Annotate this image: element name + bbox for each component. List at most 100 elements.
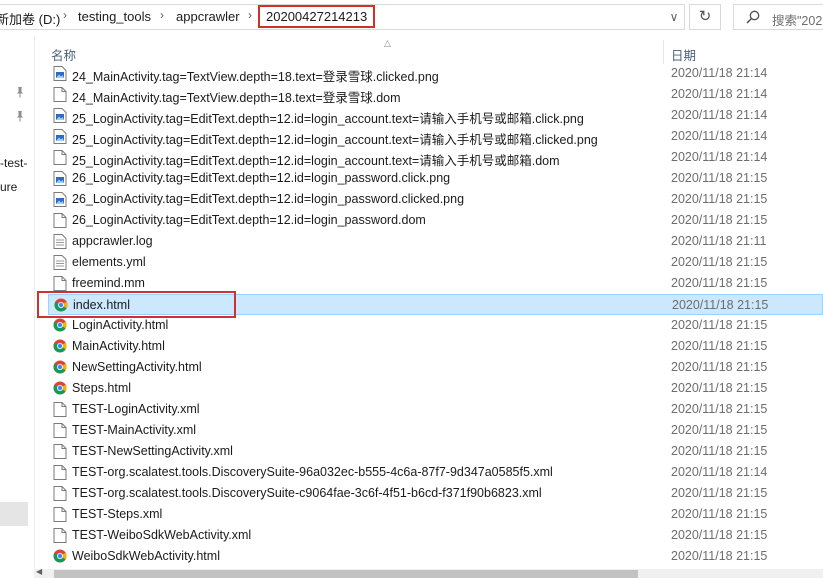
- file-row[interactable]: 24_MainActivity.tag=TextView.depth=18.te…: [48, 84, 823, 105]
- file-date: 2020/11/18 21:15: [671, 360, 768, 374]
- column-name-header[interactable]: 名称: [51, 45, 76, 64]
- file-date: 2020/11/18 21:15: [671, 339, 768, 353]
- file-row[interactable]: 25_LoginActivity.tag=EditText.depth=12.i…: [48, 105, 823, 126]
- blank-file-icon: [53, 423, 67, 438]
- file-row[interactable]: 26_LoginActivity.tag=EditText.depth=12.i…: [48, 189, 823, 210]
- file-name: appcrawler.log: [72, 234, 153, 248]
- column-header: △ 名称 日期: [34, 36, 823, 64]
- file-date: 2020/11/18 21:14: [671, 87, 768, 101]
- file-name: 25_LoginActivity.tag=EditText.depth=12.i…: [72, 133, 598, 147]
- file-name: 25_LoginActivity.tag=EditText.depth=12.i…: [72, 112, 584, 126]
- file-row[interactable]: NewSettingActivity.html 2020/11/18 21:15: [48, 357, 823, 378]
- file-name: TEST-Steps.xml: [72, 507, 163, 521]
- file-row[interactable]: TEST-LoginActivity.xml 2020/11/18 21:15: [48, 399, 823, 420]
- chrome-html-icon: [53, 549, 67, 564]
- chrome-html-icon: [53, 360, 67, 375]
- column-date-header[interactable]: 日期: [671, 45, 696, 64]
- chrome-html-icon: [54, 298, 68, 313]
- file-name: 26_LoginActivity.tag=EditText.depth=12.i…: [72, 192, 465, 206]
- file-date: 2020/11/18 21:15: [671, 507, 768, 521]
- file-row[interactable]: TEST-Steps.xml 2020/11/18 21:15: [48, 504, 823, 525]
- file-row[interactable]: 26_LoginActivity.tag=EditText.depth=12.i…: [48, 168, 823, 189]
- breadcrumb-appcrawler[interactable]: appcrawler: [176, 9, 240, 24]
- breadcrumb-testing-tools[interactable]: testing_tools: [78, 9, 151, 24]
- file-name: LoginActivity.html: [72, 318, 169, 332]
- file-row[interactable]: TEST-org.scalatest.tools.DiscoverySuite-…: [48, 462, 823, 483]
- column-divider[interactable]: [663, 40, 664, 64]
- blank-file-icon: [53, 276, 67, 291]
- file-row[interactable]: freemind.mm 2020/11/18 21:15: [48, 273, 823, 294]
- file-row[interactable]: 25_LoginActivity.tag=EditText.depth=12.i…: [48, 147, 823, 168]
- file-date: 2020/11/18 21:15: [671, 171, 768, 185]
- file-row[interactable]: TEST-NewSettingActivity.xml 2020/11/18 21…: [48, 441, 823, 462]
- breadcrumb-drive[interactable]: 新加卷 (D:): [0, 9, 60, 28]
- chevron-right-icon[interactable]: ›: [63, 8, 67, 22]
- search-input[interactable]: 搜索"202: [733, 4, 823, 30]
- file-date: 2020/11/18 21:15: [672, 298, 769, 312]
- blank-file-icon: [53, 444, 67, 459]
- chrome-html-icon: [53, 339, 67, 354]
- blank-file-icon: [53, 486, 67, 501]
- file-name: index.html: [73, 298, 130, 312]
- pin-icon[interactable]: [14, 86, 26, 98]
- pin-icon[interactable]: [14, 110, 26, 122]
- file-name: WeiboSdkWebActivity.html: [72, 549, 220, 563]
- file-date: 2020/11/18 21:11: [671, 234, 767, 248]
- file-row[interactable]: TEST-WeiboSdkWebActivity.xml 2020/11/18 2…: [48, 525, 823, 546]
- file-row[interactable]: 24_MainActivity.tag=TextView.depth=18.te…: [48, 63, 823, 84]
- file-row[interactable]: MainActivity.html 2020/11/18 21:15: [48, 336, 823, 357]
- chrome-html-icon: [53, 318, 67, 333]
- file-row[interactable]: TEST-org.scalatest.tools.DiscoverySuite-…: [48, 483, 823, 504]
- file-name: 24_MainActivity.tag=TextView.depth=18.te…: [72, 91, 401, 105]
- file-date: 2020/11/18 21:15: [671, 549, 768, 563]
- chevron-right-icon[interactable]: ›: [248, 8, 252, 22]
- file-row[interactable]: appcrawler.log 2020/11/18 21:11: [48, 231, 823, 252]
- image-file-icon: [53, 171, 67, 186]
- image-file-icon: [53, 66, 67, 81]
- search-placeholder: 搜索"202: [772, 14, 823, 28]
- file-name: NewSettingActivity.html: [72, 360, 202, 374]
- refresh-icon: ↻: [698, 8, 712, 25]
- horizontal-scrollbar[interactable]: ◀: [34, 567, 823, 578]
- text-file-icon: [53, 234, 67, 249]
- image-file-icon: [53, 129, 67, 144]
- file-name: freemind.mm: [72, 276, 145, 290]
- file-date: 2020/11/18 21:15: [671, 402, 768, 416]
- file-date: 2020/11/18 21:15: [671, 276, 768, 290]
- sort-ascending-icon: △: [384, 38, 391, 48]
- file-date: 2020/11/18 21:15: [671, 423, 768, 437]
- file-row[interactable]: 26_LoginActivity.tag=EditText.depth=12.i…: [48, 210, 823, 231]
- navigation-pane[interactable]: -test- ure: [0, 36, 35, 578]
- file-name: TEST-org.scalatest.tools.DiscoverySuite-…: [72, 486, 542, 500]
- nav-item[interactable]: -test-: [0, 156, 27, 170]
- file-row-selected[interactable]: index.html 2020/11/18 21:15: [48, 294, 823, 315]
- chevron-right-icon[interactable]: ›: [160, 8, 164, 22]
- scrollbar-thumb[interactable]: [54, 570, 638, 578]
- blank-file-icon: [53, 213, 67, 228]
- scroll-left-icon[interactable]: ◀: [36, 567, 42, 576]
- file-name: TEST-LoginActivity.xml: [72, 402, 200, 416]
- text-file-icon: [53, 255, 67, 270]
- blank-file-icon: [53, 528, 67, 543]
- file-row[interactable]: 25_LoginActivity.tag=EditText.depth=12.i…: [48, 126, 823, 147]
- refresh-button[interactable]: ↻: [689, 4, 721, 30]
- file-date: 2020/11/18 21:15: [671, 192, 768, 206]
- file-name: 24_MainActivity.tag=TextView.depth=18.te…: [72, 70, 439, 84]
- chevron-down-icon[interactable]: ∨: [664, 7, 684, 27]
- blank-file-icon: [53, 465, 67, 480]
- file-name: TEST-WeiboSdkWebActivity.xml: [72, 528, 252, 542]
- blank-file-icon: [53, 402, 67, 417]
- file-row[interactable]: Steps.html 2020/11/18 21:15: [48, 378, 823, 399]
- nav-item[interactable]: ure: [0, 180, 17, 194]
- file-row[interactable]: TEST-MainActivity.xml 2020/11/18 21:15: [48, 420, 823, 441]
- file-row[interactable]: LoginActivity.html 2020/11/18 21:15: [48, 315, 823, 336]
- file-row[interactable]: elements.yml 2020/11/18 21:15: [48, 252, 823, 273]
- file-date: 2020/11/18 21:14: [671, 465, 768, 479]
- file-date: 2020/11/18 21:15: [671, 318, 768, 332]
- file-row[interactable]: WeiboSdkWebActivity.html 2020/11/18 21:15: [48, 546, 823, 567]
- file-name: TEST-MainActivity.xml: [72, 423, 197, 437]
- breadcrumb-current-folder[interactable]: 20200427214213: [258, 5, 376, 28]
- file-date: 2020/11/18 21:14: [671, 108, 768, 122]
- nav-item-selected[interactable]: [0, 502, 28, 526]
- file-name: TEST-org.scalatest.tools.DiscoverySuite-…: [72, 465, 553, 479]
